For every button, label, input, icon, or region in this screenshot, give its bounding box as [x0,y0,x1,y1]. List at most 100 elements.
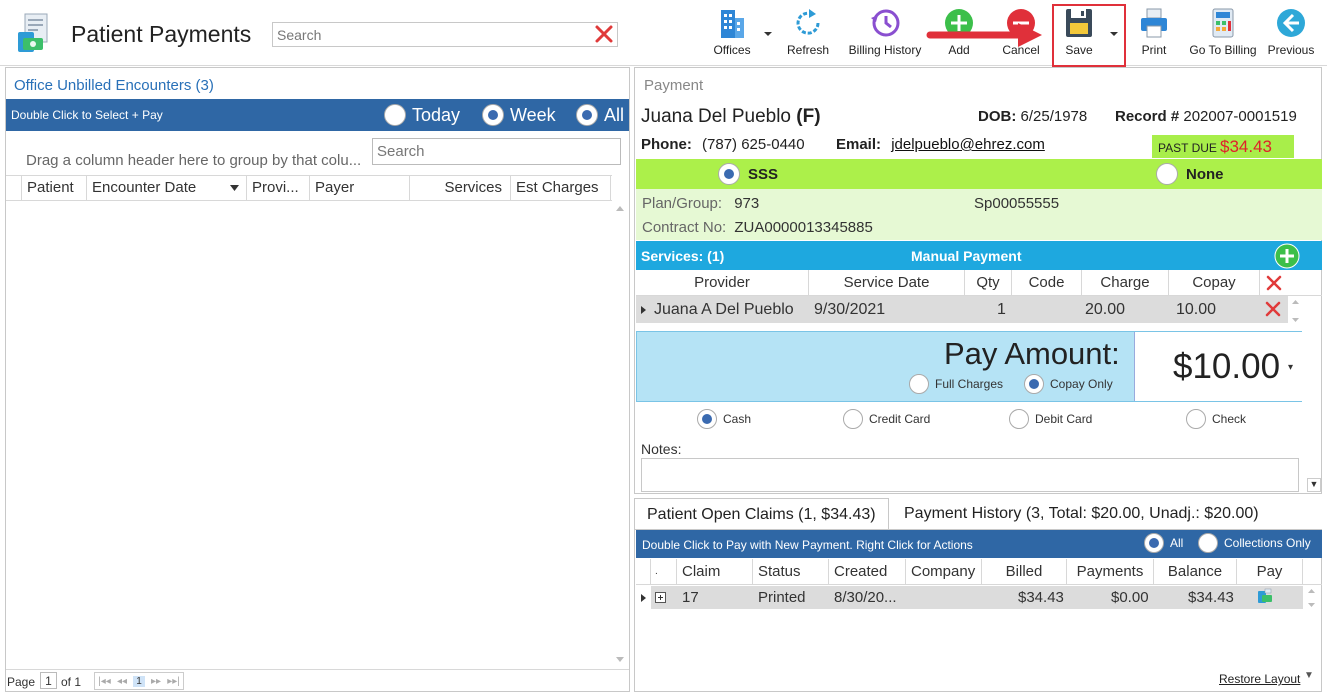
save-button[interactable]: Save [1056,6,1102,62]
notes-label: Notes: [641,441,682,457]
encounters-search-input[interactable] [372,138,621,165]
services-scrollbar[interactable] [1289,296,1302,326]
dob-value: 6/25/1978 [1020,108,1088,125]
claim-status: Printed [758,589,806,606]
pay-amount-dropdown-icon[interactable]: ▾ [1288,362,1293,373]
delete-all-icon[interactable] [1266,275,1282,291]
claims-collections-only-radio[interactable]: Collections Only [1198,533,1311,553]
patient-email: Email: jdelpueblo@ehrez.com [836,136,1045,153]
column-payer[interactable]: Payer [310,176,410,200]
page-number-input[interactable]: 1 [40,672,57,689]
full-charges-radio[interactable]: Full Charges [909,374,1003,394]
filter-today-radio[interactable]: Today [384,103,460,127]
column-claim[interactable]: Claim [677,559,753,585]
previous-arrow-icon [1277,9,1305,37]
pay-amount-input[interactable]: $10.00 ▾ [1134,332,1302,401]
column-charge[interactable]: Charge [1082,270,1169,296]
claims-scrollbar[interactable] [1305,586,1318,610]
save-label: Save [1065,43,1093,57]
services-title: Services: (1) [641,248,725,264]
claims-all-radio[interactable]: All [1144,533,1183,553]
prev-page-icon[interactable]: ◂◂ [117,676,127,687]
refresh-label: Refresh [786,43,830,57]
current-page-button[interactable]: 1 [133,675,145,687]
past-due-label: PAST DUE [1158,141,1217,155]
column-payments[interactable]: Payments [1067,559,1154,585]
delete-row-icon[interactable] [1265,301,1281,317]
print-button[interactable]: Print [1132,6,1176,62]
claims-grid-header: . Claim Status Created Company Billed Pa… [636,559,1322,585]
method-check-radio[interactable]: Check [1186,409,1246,429]
column-billed[interactable]: Billed [982,559,1067,585]
column-provider[interactable]: Provi... [247,176,310,200]
radio-icon [1156,163,1178,185]
first-page-icon[interactable]: |◂◂ [98,676,111,687]
billing-history-button[interactable]: Billing History [843,6,927,62]
offices-dropdown-icon[interactable] [763,30,773,38]
go-to-billing-button[interactable]: Go To Billing [1186,6,1260,62]
column-patient[interactable]: Patient [22,176,87,200]
notes-textarea[interactable] [641,458,1299,492]
services-bar: Services: (1) Manual Payment [636,241,1322,270]
payment-section-label: Payment [644,77,704,94]
table-row[interactable]: 17 Printed 8/30/20... $34.43 $0.00 $34.4… [651,586,1303,609]
column-encounter-date-label: Encounter Date [92,179,197,196]
copay-only-radio[interactable]: Copay Only [1024,374,1113,394]
offices-label: Offices [713,43,751,57]
column-created[interactable]: Created [829,559,906,585]
last-page-icon[interactable]: ▸▸| [167,676,180,687]
phone-value: (787) 625-0440 [702,136,805,153]
next-page-icon[interactable]: ▸▸ [151,676,161,687]
column-status[interactable]: Status [753,559,829,585]
offices-button[interactable]: Offices [708,6,756,62]
encounters-scrollbar[interactable] [613,201,627,667]
plan-group-secondary-value: Sp00055555 [974,195,1060,212]
column-balance[interactable]: Balance [1154,559,1237,585]
column-company[interactable]: Company [906,559,982,585]
plan-none-radio[interactable]: None [1156,163,1224,185]
service-provider: Juana A Del Pueblo [654,301,794,318]
search-box[interactable] [272,22,618,47]
payment-panel: Payment Juana Del Pueblo (F) DOB: 6/25/1… [634,67,1322,494]
filter-week-radio[interactable]: Week [482,103,556,127]
method-cash-radio[interactable]: Cash [697,409,751,429]
pay-claim-icon[interactable] [1256,588,1274,606]
column-copay[interactable]: Copay [1169,270,1260,296]
scroll-down-icon[interactable]: ▼ [1307,478,1321,492]
tab-patient-open-claims[interactable]: Patient Open Claims (1, $34.43) [634,498,889,530]
restore-layout-link[interactable]: Restore Layout [1219,672,1300,686]
method-credit-card-radio[interactable]: Credit Card [843,409,930,429]
previous-button[interactable]: Previous [1266,6,1316,62]
patient-phone: Phone: (787) 625-0440 [641,136,805,153]
column-code[interactable]: Code [1012,270,1082,296]
search-input[interactable] [273,23,583,46]
restore-layout-dropdown-icon[interactable]: ▼ [1304,670,1314,681]
clear-search-icon[interactable] [594,24,614,44]
column-service-date[interactable]: Service Date [809,270,965,296]
add-service-icon[interactable] [1274,243,1300,269]
table-row[interactable]: Juana A Del Pueblo 9/30/2021 1 20.00 10.… [636,296,1288,323]
email-link[interactable]: jdelpueblo@ehrez.com [891,136,1045,153]
column-qty[interactable]: Qty [965,270,1012,296]
encounters-pager: Page 1 of 1 |◂◂ ◂◂ 1 ▸▸ ▸▸| [6,669,629,691]
refresh-button[interactable]: Refresh [784,6,832,62]
radio-selected-icon [697,409,717,429]
filter-all-radio[interactable]: All [576,103,624,127]
plan-group-label: Plan/Group: [642,195,723,212]
claims-grid-container: Double Click to Pay with New Payment. Ri… [634,529,1322,692]
plan-sss-radio[interactable]: SSS [718,163,778,185]
column-pay[interactable]: Pay [1237,559,1303,585]
past-due-badge: PAST DUE $34.43 [1152,135,1294,158]
claims-panel: Patient Open Claims (1, $34.43) Payment … [634,498,1322,692]
tab-payment-history[interactable]: Payment History (3, Total: $20.00, Unadj… [892,498,1271,530]
save-dropdown-icon[interactable] [1109,30,1119,38]
previous-label: Previous [1267,43,1315,57]
column-services[interactable]: Services [410,176,511,200]
column-encounter-date[interactable]: Encounter Date [87,176,247,200]
column-est-charges[interactable]: Est Charges [511,176,611,200]
service-charge: 20.00 [1085,301,1126,318]
expand-row-icon[interactable] [655,592,666,603]
method-check-label: Check [1212,412,1247,426]
method-debit-card-radio[interactable]: Debit Card [1009,409,1092,429]
column-provider[interactable]: Provider [636,270,809,296]
